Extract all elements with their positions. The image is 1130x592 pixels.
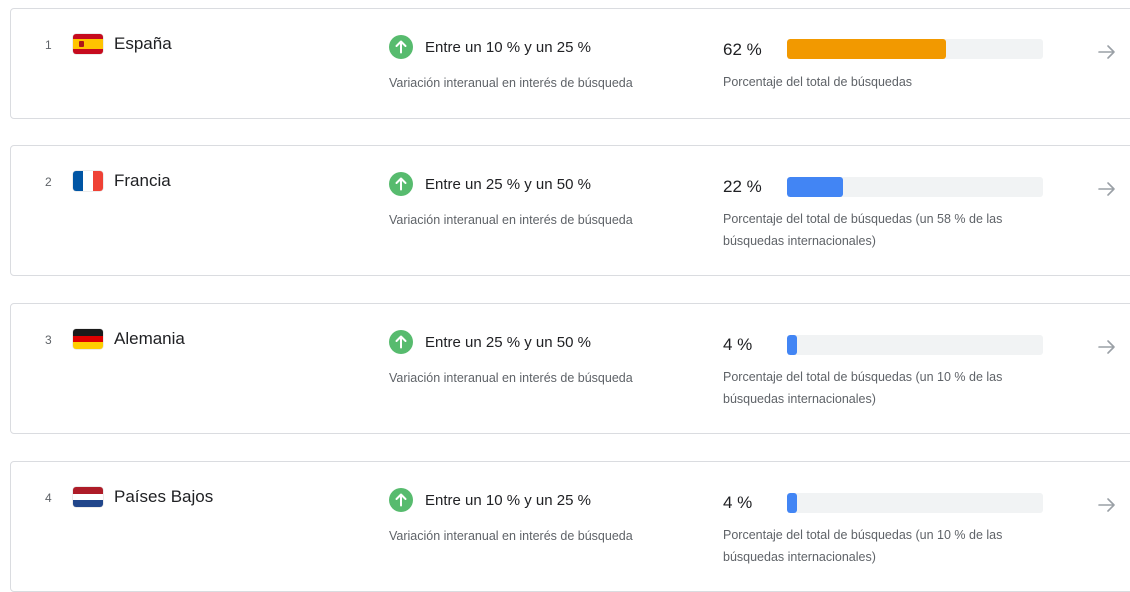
trend-range: Entre un 10 % y un 25 % [425, 492, 591, 509]
share-label: Porcentaje del total de búsquedas (un 10… [723, 528, 1003, 564]
country-card-germany[interactable]: 3 Alemania Entre un 25 % y un 50 % Varia… [10, 303, 1130, 434]
rank-number: 4 [45, 491, 52, 505]
country-card-france[interactable]: 2 Francia Entre un 25 % y un 50 % Variac… [10, 145, 1130, 276]
arrow-up-circle-icon [389, 330, 413, 354]
arrow-right-icon[interactable] [1097, 179, 1117, 199]
netherlands-flag-icon [73, 487, 103, 507]
share-bar-fill [787, 177, 844, 197]
country-name: Alemania [114, 329, 185, 348]
country-card-spain[interactable]: 1 España Entre un 10 % y un 25 % Variaci… [10, 8, 1130, 119]
rank-number: 1 [45, 38, 52, 52]
share-bar-fill [787, 493, 798, 513]
rank-number: 2 [45, 175, 52, 189]
trend-subtitle: Variación interanual en interés de búsqu… [389, 76, 633, 90]
country-name: Países Bajos [114, 487, 214, 506]
arrow-up-circle-icon [389, 172, 413, 196]
share-percent: 4 % [723, 335, 753, 354]
share-bar [787, 335, 1043, 355]
share-label: Porcentaje del total de búsquedas (un 10… [723, 370, 1003, 406]
trend-subtitle: Variación interanual en interés de búsqu… [389, 371, 633, 385]
trend-range: Entre un 25 % y un 50 % [425, 334, 591, 351]
arrow-right-icon[interactable] [1097, 42, 1117, 62]
share-label: Porcentaje del total de búsquedas [723, 75, 913, 89]
share-bar [787, 39, 1043, 59]
share-bar-fill [787, 335, 798, 355]
trend-range: Entre un 25 % y un 50 % [425, 176, 591, 193]
trend-subtitle: Variación interanual en interés de búsqu… [389, 529, 633, 543]
arrow-up-circle-icon [389, 35, 413, 59]
share-percent: 62 % [723, 40, 762, 59]
share-bar-fill [787, 39, 946, 59]
share-percent: 4 % [723, 493, 753, 512]
trend-subtitle: Variación interanual en interés de búsqu… [389, 213, 633, 227]
spain-flag-icon [73, 34, 103, 54]
country-card-netherlands[interactable]: 4 Países Bajos Entre un 10 % y un 25 % V… [10, 461, 1130, 592]
rank-number: 3 [45, 333, 52, 347]
share-bar [787, 177, 1043, 197]
trend-range: Entre un 10 % y un 25 % [425, 39, 591, 56]
country-name: Francia [114, 171, 171, 190]
arrow-right-icon[interactable] [1097, 337, 1117, 357]
germany-flag-icon [73, 329, 103, 349]
share-percent: 22 % [723, 177, 762, 196]
share-label: Porcentaje del total de búsquedas (un 58… [723, 212, 1003, 248]
france-flag-icon [73, 171, 103, 191]
share-bar [787, 493, 1043, 513]
arrow-up-circle-icon [389, 488, 413, 512]
arrow-right-icon[interactable] [1097, 495, 1117, 515]
country-name: España [114, 34, 172, 53]
